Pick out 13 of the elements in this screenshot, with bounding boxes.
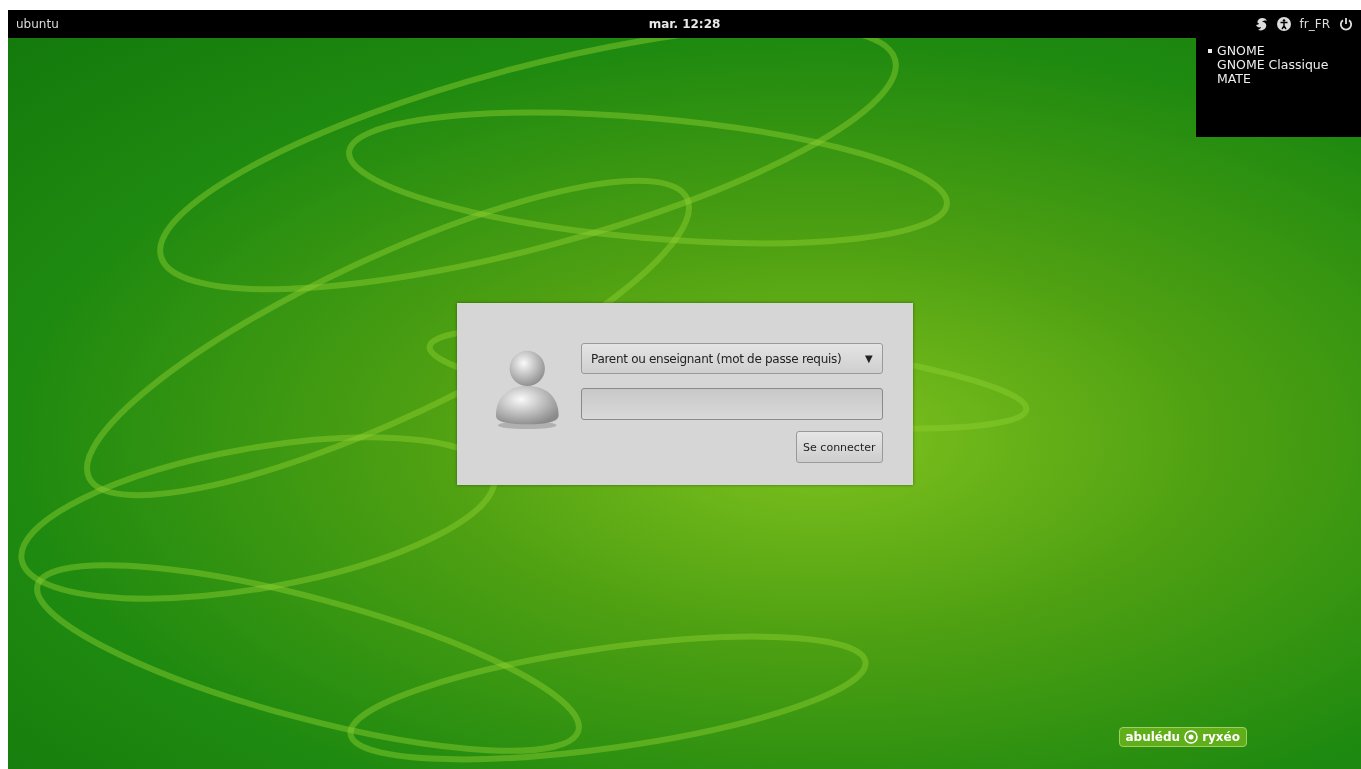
user-dropdown[interactable]: Parent ou enseignant (mot de passe requis) ▼: [581, 343, 883, 374]
clock[interactable]: mar. 12:28: [648, 17, 721, 31]
keyboard-layout[interactable]: fr_FR: [1299, 17, 1330, 31]
accessibility-icon[interactable]: [1276, 17, 1291, 31]
logo-text: abulédu: [1125, 730, 1181, 744]
session-menu-item[interactable]: GNOME Classique: [1208, 58, 1329, 72]
session-menu-item[interactable]: MATE: [1208, 72, 1251, 86]
hostname: ubuntu: [16, 17, 59, 31]
session-menu-item[interactable]: GNOME: [1208, 44, 1265, 58]
power-icon[interactable]: [1339, 17, 1353, 31]
logo-text: ryxéo: [1202, 730, 1240, 744]
password-field[interactable]: [581, 388, 883, 420]
login-button[interactable]: Se connecter: [796, 431, 883, 463]
